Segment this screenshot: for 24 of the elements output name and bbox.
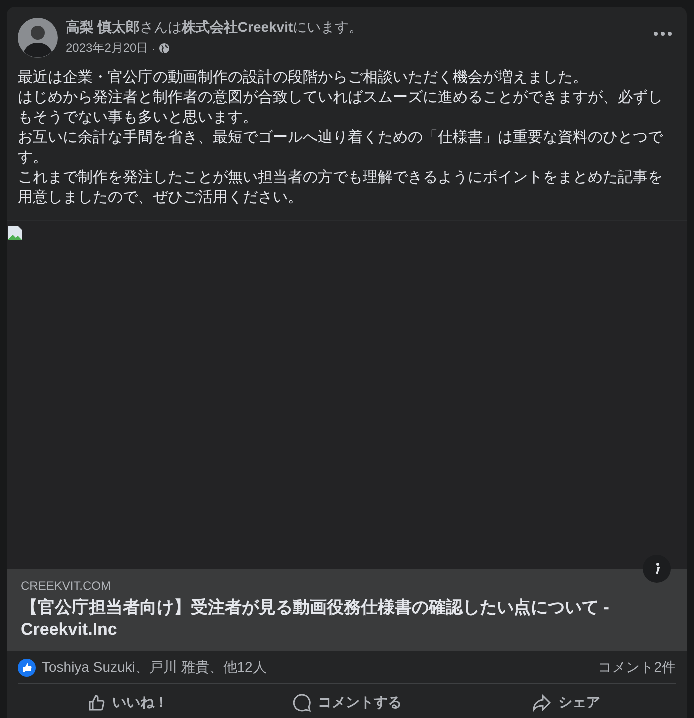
- post-paragraph: 最近は企業・官公庁の動画制作の設計の段階からご相談いただく機会が増えました。: [18, 68, 589, 88]
- info-icon: [654, 563, 660, 575]
- speech-bubble-icon: [292, 693, 312, 713]
- globe-icon: [158, 43, 170, 54]
- like-button[interactable]: いいね！: [18, 688, 238, 718]
- post-paragraph: お互いに余計な手間を省き、最短でゴールへ辿り着くための「仕様書」は重要な資料のひとつです。: [18, 128, 664, 168]
- link-preview[interactable]: CREEKVIT.COM 【官公庁担当者向け】受注者が見る動画役務仕様書の確認したい点について - Creekvit.Inc: [7, 569, 687, 651]
- comment-button[interactable]: コメントする: [237, 688, 457, 718]
- like-reaction-icon: [18, 659, 36, 677]
- info-button[interactable]: [643, 555, 671, 583]
- reaction-names[interactable]: Toshiya Suzuki、戸川 雅貴、他12人: [42, 659, 267, 677]
- post-date: 2023年2月20日: [66, 40, 149, 57]
- post-paragraph: これまで制作を発注したことが無い担当者の方でも理解できるようにポイントをまとめた記事を用意しましたので、ぜひご活用ください。: [18, 168, 664, 208]
- post-paragraph: はじめから発注者と制作者の意図が合致していればスムーズに進めることができますが、必ずしもそうでない事も多いと思います。: [18, 88, 664, 128]
- share-arrow-icon: [532, 693, 552, 713]
- avatar: [18, 18, 58, 58]
- broken-image-icon: [7, 225, 23, 241]
- link-domain: CREEKVIT.COM: [21, 579, 112, 593]
- thumbs-up-icon: [86, 693, 107, 713]
- comment-count[interactable]: コメント2件: [598, 659, 676, 677]
- share-button[interactable]: シェア: [456, 688, 676, 718]
- link-title: 【官公庁担当者向け】受注者が見る動画役務仕様書の確認したい点について - Creekvit.Inc: [21, 597, 610, 641]
- separator: ·: [152, 42, 156, 56]
- author-line: 高梨 慎太郎さんは株式会社Creekvitにいます。: [66, 19, 364, 37]
